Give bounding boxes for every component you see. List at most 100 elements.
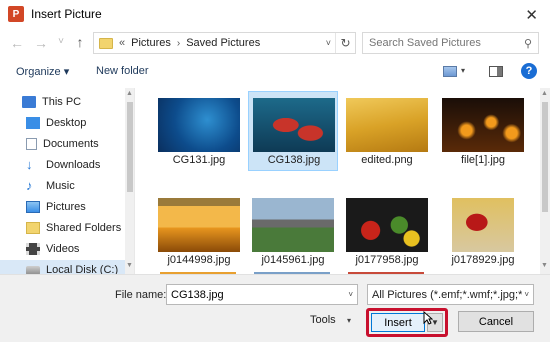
file-name: CG138.jpg <box>267 154 321 166</box>
sidebar-item-label: Desktop <box>46 117 87 129</box>
documents-icon <box>26 138 37 150</box>
scroll-down-icon[interactable]: ▼ <box>126 262 133 269</box>
close-icon[interactable]: ✕ <box>525 6 538 24</box>
image-thumbnail <box>158 198 240 252</box>
music-icon: ♪ <box>26 178 33 193</box>
navigation-pane: This PC Desktop Documents ↓ Downloads ♪ … <box>0 88 135 274</box>
file-name: j0177958.jpg <box>355 254 419 266</box>
image-thumbnail <box>346 198 428 252</box>
file-tile[interactable]: j0177958.jpg <box>342 192 432 272</box>
file-name: file[1].jpg <box>460 154 506 166</box>
tools-button[interactable]: Tools <box>310 314 336 326</box>
sidebar-item-label: Music <box>46 180 75 192</box>
address-bar[interactable]: « Pictures › Saved Pictures ˅ ↻ <box>93 32 356 54</box>
file-list-scrollbar[interactable]: ▲ ▼ <box>540 88 550 274</box>
sidebar-item-label: Pictures <box>46 201 86 213</box>
navigation-bar: ← → ˅ ↑ « Pictures › Saved Pictures ˅ ↻ … <box>0 28 550 58</box>
sidebar-item-shared-folders[interactable]: Shared Folders <box>0 218 125 238</box>
forward-arrow-icon[interactable]: → <box>32 35 50 51</box>
window-title: Insert Picture <box>31 7 102 21</box>
sidebar-item-desktop[interactable]: Desktop <box>0 113 125 133</box>
videos-icon <box>26 243 40 255</box>
insert-highlight: Insert ▼ <box>366 308 448 337</box>
scroll-up-icon[interactable]: ▲ <box>126 90 133 97</box>
powerpoint-icon: P <box>8 6 24 22</box>
search-box[interactable]: ⚲ <box>362 32 539 54</box>
file-tile[interactable]: j0178929.jpg <box>438 192 528 272</box>
image-thumbnail <box>253 98 335 152</box>
sidebar-item-videos[interactable]: Videos <box>0 239 125 259</box>
file-type-value: All Pictures (*.emf;*.wmf;*.jpg;* <box>372 288 523 301</box>
file-name: j0144998.jpg <box>167 254 231 266</box>
desktop-icon <box>26 117 40 129</box>
insert-button[interactable]: Insert <box>371 313 425 332</box>
new-folder-button[interactable]: New folder <box>96 65 149 77</box>
file-tile[interactable]: file[1].jpg <box>438 92 528 172</box>
file-name: j0178929.jpg <box>451 254 515 266</box>
breadcrumb-saved-pictures[interactable]: Saved Pictures <box>186 37 260 49</box>
command-bar: Organize ▾ New folder ▾ ? <box>0 60 550 84</box>
organize-button[interactable]: Organize ▾ <box>16 65 69 78</box>
file-tile-selected[interactable]: CG138.jpg <box>248 91 338 171</box>
search-input[interactable] <box>369 37 514 49</box>
cancel-button[interactable]: Cancel <box>458 311 534 332</box>
image-thumbnail <box>158 98 240 152</box>
chevron-down-icon[interactable]: ˅ <box>348 290 353 299</box>
file-name-field[interactable]: ˅ <box>166 284 358 305</box>
sidebar-scrollbar[interactable]: ▲ ▼ <box>125 88 134 274</box>
file-tile[interactable]: edited.png <box>342 92 432 172</box>
image-thumbnail <box>346 98 428 152</box>
sidebar-item-local-disk[interactable]: Local Disk (C:) <box>0 260 125 274</box>
file-name: j0145961.jpg <box>261 254 325 266</box>
file-tile[interactable]: j0144998.jpg <box>154 192 244 272</box>
scrollbar-thumb[interactable] <box>542 102 548 212</box>
downloads-icon: ↓ <box>26 157 33 172</box>
title-bar: P Insert Picture ✕ <box>0 0 550 28</box>
sidebar-item-downloads[interactable]: ↓ Downloads <box>0 155 125 175</box>
file-name: CG131.jpg <box>172 154 226 166</box>
sidebar-item-label: Documents <box>43 138 99 150</box>
folder-icon <box>99 37 113 49</box>
sidebar-item-pictures[interactable]: Pictures <box>0 197 125 217</box>
chevron-down-icon[interactable]: ˅ <box>326 38 331 48</box>
folder-icon <box>26 222 40 234</box>
sidebar-item-music[interactable]: ♪ Music <box>0 176 125 196</box>
file-name: edited.png <box>361 154 413 166</box>
disk-icon <box>26 265 40 274</box>
up-arrow-icon[interactable]: ↑ <box>71 34 89 50</box>
dialog-footer: File name: ˅ All Pictures (*.emf;*.wmf;*… <box>0 274 550 342</box>
preview-pane-icon[interactable] <box>489 66 503 77</box>
file-list: CG131.jpg CG138.jpg edited.png file[1].j… <box>136 88 550 274</box>
scroll-down-icon[interactable]: ▼ <box>541 262 548 269</box>
image-thumbnail <box>452 198 514 252</box>
image-thumbnail <box>252 198 334 252</box>
view-options-icon[interactable]: ▾ <box>461 66 465 75</box>
refresh-icon[interactable]: ↻ <box>335 33 355 53</box>
sidebar-item-this-pc[interactable]: This PC <box>0 92 125 112</box>
search-icon[interactable]: ⚲ <box>524 37 532 50</box>
scroll-up-icon[interactable]: ▲ <box>541 90 548 97</box>
chevron-down-icon[interactable]: ˅ <box>522 290 529 299</box>
image-thumbnail <box>442 98 524 152</box>
file-tile[interactable]: CG131.jpg <box>154 92 244 172</box>
tools-dropdown-icon[interactable]: ▾ <box>347 316 351 325</box>
help-icon[interactable]: ? <box>521 63 537 79</box>
file-tile[interactable]: j0145961.jpg <box>248 192 338 272</box>
pictures-icon <box>26 201 40 213</box>
back-arrow-icon[interactable]: ← <box>8 35 26 51</box>
sidebar-item-label: Videos <box>46 243 80 255</box>
scrollbar-thumb[interactable] <box>127 102 133 192</box>
sidebar-item-documents[interactable]: Documents <box>0 134 125 154</box>
change-view-icon[interactable] <box>443 66 457 77</box>
file-type-select[interactable]: All Pictures (*.emf;*.wmf;*.jpg;* ˅ <box>367 284 534 305</box>
sidebar-item-label: Downloads <box>46 159 101 171</box>
recent-locations-icon[interactable]: ˅ <box>52 36 70 47</box>
breadcrumb-pictures[interactable]: Pictures <box>131 37 171 49</box>
breadcrumb-overflow[interactable]: « <box>119 37 125 49</box>
chevron-right-icon[interactable]: › <box>177 38 180 49</box>
sidebar-item-label: Shared Folders <box>46 222 122 234</box>
file-name-label: File name: <box>115 289 167 301</box>
file-name-input[interactable] <box>171 288 341 301</box>
sidebar-item-label: Local Disk (C:) <box>46 264 119 274</box>
sidebar-item-label: This PC <box>42 96 82 108</box>
